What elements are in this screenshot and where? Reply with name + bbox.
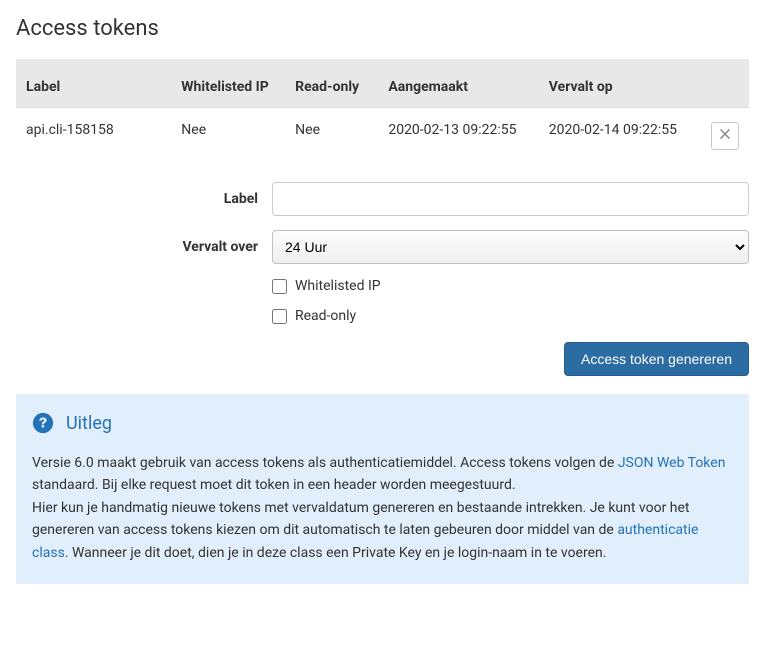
info-text: . Wanneer je dit doet, dien je in deze c… [65, 545, 607, 561]
cell-whitelisted-ip: Nee [171, 108, 285, 161]
read-only-label[interactable]: Read-only [295, 308, 356, 324]
generate-token-button[interactable]: Access token genereren [564, 342, 749, 376]
tokens-table: Label Whitelisted IP Read-only Aangemaak… [16, 59, 749, 160]
svg-text:?: ? [39, 416, 48, 432]
info-text: Hier kun je handmatig nieuwe tokens met … [32, 500, 690, 538]
table-row: api.cli-158158 Nee Nee 2020-02-13 09:22:… [16, 108, 749, 161]
info-panel: ? Uitleg Versie 6.0 maakt gebruik van ac… [16, 394, 749, 584]
col-actions [699, 59, 749, 108]
col-created: Aangemaakt [378, 59, 538, 108]
whitelisted-ip-checkbox[interactable] [272, 279, 287, 294]
info-text: standaard. Bij elke request moet dit tok… [32, 477, 516, 493]
page-title: Access tokens [16, 16, 749, 41]
info-title: Uitleg [66, 413, 112, 434]
read-only-checkbox[interactable] [272, 309, 287, 324]
close-icon [718, 127, 732, 146]
delete-token-button[interactable] [711, 122, 739, 150]
cell-read-only: Nee [285, 108, 378, 161]
cell-label: api.cli-158158 [16, 108, 171, 161]
expires-select[interactable]: 24 Uur [272, 230, 749, 264]
json-web-token-link[interactable]: JSON Web Token [618, 455, 726, 471]
label-field-label: Label [16, 191, 272, 207]
whitelisted-ip-label[interactable]: Whitelisted IP [295, 278, 381, 294]
col-read-only: Read-only [285, 59, 378, 108]
col-whitelisted-ip: Whitelisted IP [171, 59, 285, 108]
col-expires: Vervalt op [539, 59, 699, 108]
col-label: Label [16, 59, 171, 108]
label-input[interactable] [272, 182, 749, 216]
help-icon: ? [32, 412, 54, 434]
info-text: Versie 6.0 maakt gebruik van access toke… [32, 455, 618, 471]
info-body: Versie 6.0 maakt gebruik van access toke… [32, 452, 733, 564]
expires-field-label: Vervalt over [16, 239, 272, 255]
cell-created: 2020-02-13 09:22:55 [378, 108, 538, 161]
cell-expires: 2020-02-14 09:22:55 [539, 108, 699, 161]
